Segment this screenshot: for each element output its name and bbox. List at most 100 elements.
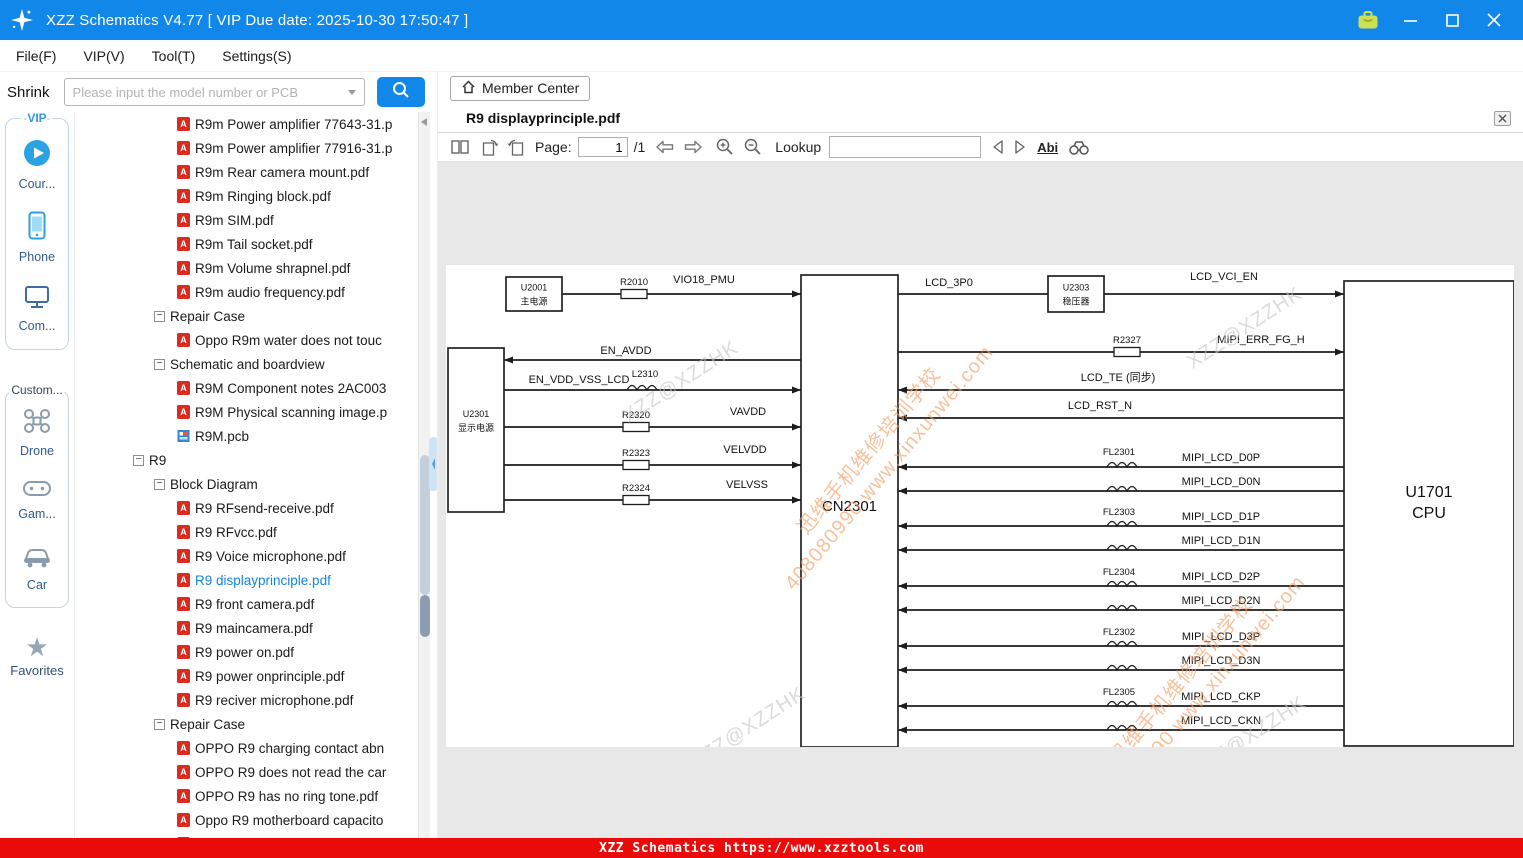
page-number-input[interactable] <box>578 137 628 157</box>
menu-settings[interactable]: Settings(S) <box>222 48 291 64</box>
ref-designator: R2010 <box>620 277 648 288</box>
purchase-icon[interactable] <box>1355 8 1381 32</box>
tree-item[interactable]: −Schematic and boardview <box>75 352 418 376</box>
tree-item[interactable]: AR9 maincamera.pdf <box>75 616 418 640</box>
find-next-icon[interactable] <box>1013 139 1027 155</box>
menu-file[interactable]: File(F) <box>16 48 56 64</box>
tree-item[interactable]: AR9 RFvcc.pdf <box>75 520 418 544</box>
collapse-icon[interactable]: − <box>154 359 165 370</box>
pdf-file-icon: A <box>177 189 190 203</box>
tree-item-label: R9m Power amplifier 77643-31.p <box>195 117 392 132</box>
tree-item[interactable]: AR9 RFsend-receive.pdf <box>75 496 418 520</box>
signal-label: VIO18_PMU <box>673 274 735 286</box>
tree-item[interactable]: AR9m Tail socket.pdf <box>75 232 418 256</box>
view-forward-icon[interactable] <box>683 139 703 155</box>
sidebar-item-course[interactable]: Cour... <box>6 129 68 201</box>
tree-item[interactable]: AR9M Physical scanning image.p <box>75 400 418 424</box>
binoculars-search-icon[interactable] <box>1068 140 1090 155</box>
tree-item-label: R9 reciver microphone.pdf <box>195 693 353 708</box>
pdf-file-icon: A <box>177 165 190 179</box>
arrowhead <box>898 523 907 530</box>
sidebar-item-car[interactable]: Car <box>6 535 68 603</box>
tree-item-label: Block Diagram <box>170 477 258 492</box>
tree-item[interactable]: A R9m Power amplifier 77643-31.p <box>75 112 418 136</box>
sidebar-item-phone[interactable]: Phone <box>6 201 68 273</box>
menu-tool[interactable]: Tool(T) <box>152 48 196 64</box>
find-previous-icon[interactable] <box>991 139 1005 155</box>
pdf-file-icon: A <box>177 525 190 539</box>
tree-item[interactable]: AOPPO R9 does not read the car <box>75 760 418 784</box>
tree-item[interactable]: −Repair Case <box>75 304 418 328</box>
collapse-icon[interactable]: − <box>133 455 144 466</box>
tree-item[interactable]: AR9 power onprinciple.pdf <box>75 664 418 688</box>
tree-item[interactable]: AOPPO R9 charging contact abn <box>75 736 418 760</box>
zoom-in-icon[interactable] <box>715 137 735 157</box>
tree-item[interactable]: −Block Diagram <box>75 472 418 496</box>
signal-label: VELVDD <box>723 444 766 456</box>
view-back-icon[interactable] <box>655 139 675 155</box>
tree-item[interactable]: AR9m Power amplifier 77916-31.p <box>75 136 418 160</box>
shrink-button[interactable]: Shrink <box>7 84 50 101</box>
collapse-icon[interactable]: − <box>154 479 165 490</box>
tree-item[interactable]: AOppo R9 motherboard capacito <box>75 808 418 832</box>
tree-item-label: R9m Volume shrapnel.pdf <box>195 261 350 276</box>
pdf-file-icon: A <box>177 261 190 275</box>
tree-item[interactable]: AR9m SIM.pdf <box>75 208 418 232</box>
maximize-button[interactable] <box>1439 8 1465 32</box>
tree-item-label: Oppo R9 motherboard capacito <box>195 813 383 828</box>
tree-item[interactable]: AR9 front camera.pdf <box>75 592 418 616</box>
zoom-out-icon[interactable] <box>743 137 763 157</box>
tree-item[interactable]: AR9 displayprinciple.pdf <box>75 568 418 592</box>
tree-item[interactable]: −Repair Case <box>75 712 418 736</box>
tree-item-label: R9M Component notes 2AC003 <box>195 381 386 396</box>
close-document-icon[interactable] <box>1494 111 1511 126</box>
tree-item[interactable]: AOPPO R9 has no ring tone.pdf <box>75 784 418 808</box>
tree-item[interactable]: AR9m Rear camera mount.pdf <box>75 160 418 184</box>
collapse-tree-arrow-icon[interactable] <box>420 114 428 132</box>
tree-item[interactable]: R9M.pcb <box>75 424 418 448</box>
component-label: U2301 <box>463 409 490 419</box>
tree-item-label: Repair Case <box>170 309 245 324</box>
tree-item[interactable]: A R9m Volume shrapnel.pdf <box>75 256 418 280</box>
rotate-left-icon[interactable] <box>481 139 499 156</box>
rotate-right-icon[interactable] <box>507 139 525 156</box>
signal-label: EN_VDD_VSS_LCD <box>529 374 630 386</box>
sidebar-item-favorites[interactable]: ★ Favorites <box>0 632 74 680</box>
tree-item[interactable]: AR9m Ringing block.pdf <box>75 184 418 208</box>
sidebar-item-game[interactable]: Gam... <box>6 467 68 535</box>
tree-item-label: R9 RFsend-receive.pdf <box>195 501 334 516</box>
pdf-canvas[interactable]: U2001主电源U2303稳压器U2301显示电源CN2301U1701CPUR… <box>438 162 1523 838</box>
collapse-icon[interactable]: − <box>154 311 165 322</box>
tab-pdf-document[interactable]: R9 displayprinciple.pdf <box>466 110 620 126</box>
tree-item-label: Repair Case <box>170 717 245 732</box>
member-center-button[interactable]: Member Center <box>450 76 590 101</box>
tree-item[interactable]: AR9 power on.pdf <box>75 640 418 664</box>
menu-vip[interactable]: VIP(V) <box>83 48 124 64</box>
close-button[interactable] <box>1481 8 1507 32</box>
minimize-button[interactable] <box>1397 8 1423 32</box>
tree-item[interactable]: AOppo R9m water does not touc <box>75 328 418 352</box>
search-input[interactable] <box>65 85 348 100</box>
collapse-icon[interactable]: − <box>154 719 165 730</box>
sidebar-item-drone[interactable]: Drone <box>6 399 68 467</box>
chevron-down-icon[interactable] <box>348 90 356 95</box>
tree-item[interactable]: AR9 reciver microphone.pdf <box>75 688 418 712</box>
pdf-file-icon: A <box>177 117 190 131</box>
search-button[interactable] <box>377 77 425 107</box>
sidebar-item-computer[interactable]: Com... <box>6 273 68 345</box>
lookup-input[interactable] <box>829 136 981 158</box>
text-select-tool[interactable]: Abi <box>1037 140 1058 155</box>
signal-label: MIPI_LCD_D1P <box>1182 511 1260 523</box>
scrollbar-thumb-dark[interactable] <box>420 595 430 637</box>
pdf-file-icon: A <box>177 789 190 803</box>
facing-pages-icon[interactable] <box>451 139 469 155</box>
resistor <box>623 461 649 470</box>
tree-item[interactable]: AR9M Component notes 2AC003 <box>75 376 418 400</box>
drone-icon <box>23 408 51 439</box>
tree-item[interactable]: AR9 Voice microphone.pdf <box>75 544 418 568</box>
model-search-combobox[interactable] <box>64 78 365 106</box>
signal-label: LCD_TE (同步) <box>1081 371 1156 384</box>
tree-item[interactable]: AR9m audio frequency.pdf <box>75 280 418 304</box>
tree-item[interactable]: −R9 <box>75 448 418 472</box>
tree-item-label: R9m Tail socket.pdf <box>195 237 313 252</box>
